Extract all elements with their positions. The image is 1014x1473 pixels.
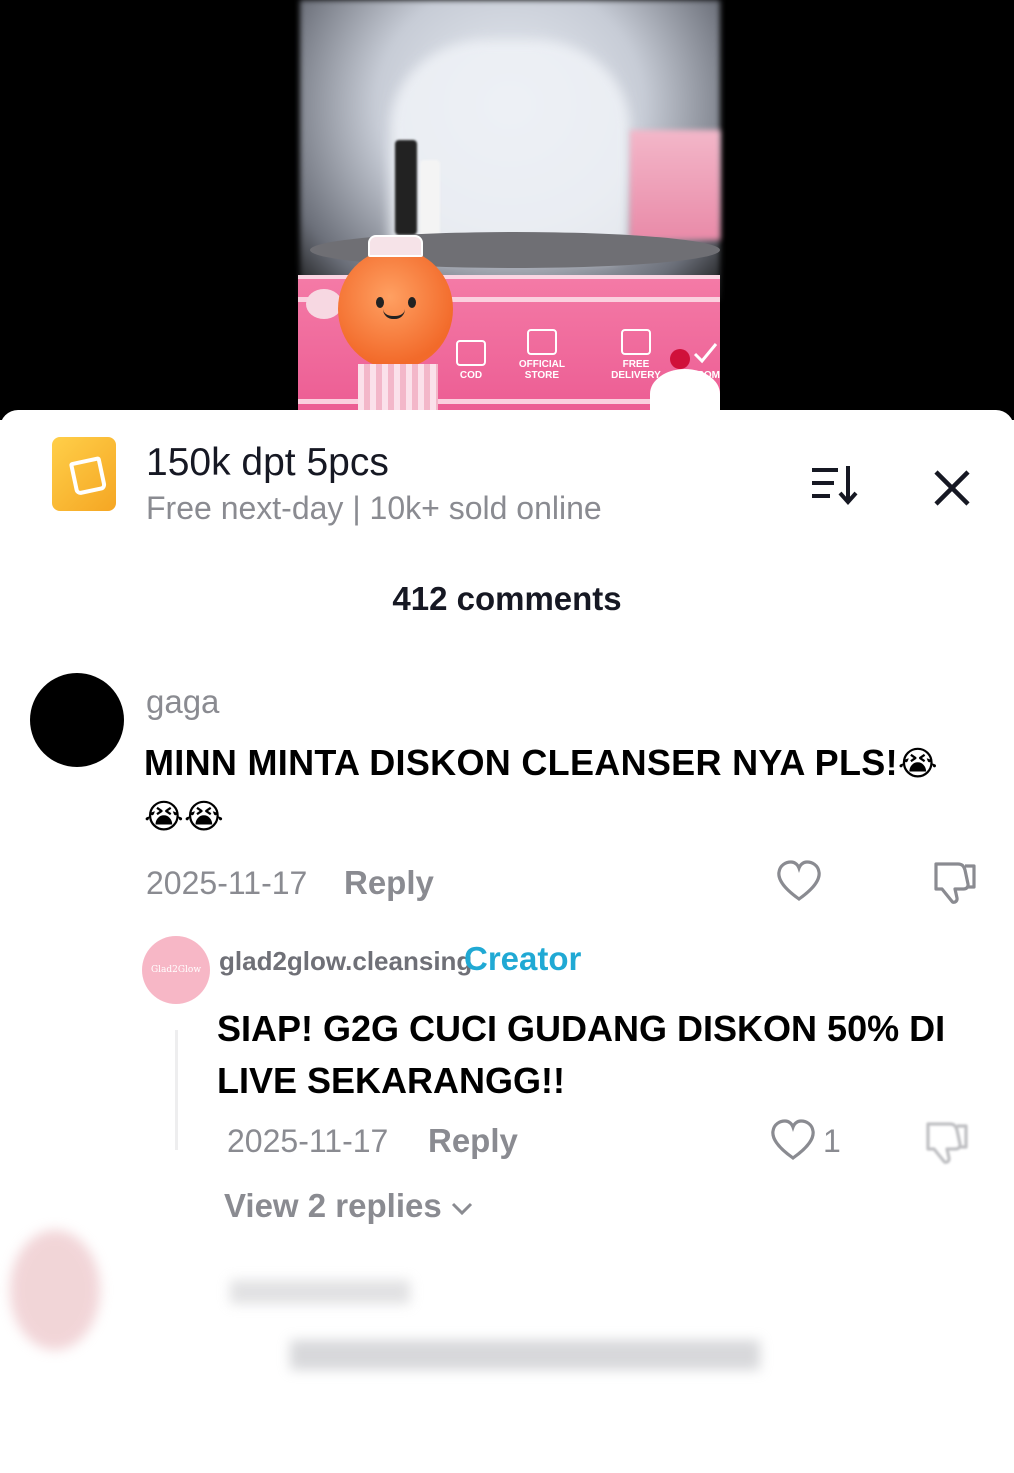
icecream-icon [306,289,342,319]
view-replies-button[interactable]: View 2 replies [224,1187,474,1225]
sort-button[interactable] [808,462,860,508]
mascot-smile [383,309,405,319]
mascot-eye [376,297,384,308]
mascot-hat [368,235,423,257]
reply-reply-button[interactable]: Reply [428,1122,518,1160]
check-icon [690,340,720,366]
close-icon [934,470,970,506]
product-shelf [630,130,720,240]
badge-label: OFFICIAL STORE [518,359,565,381]
heart-icon [777,860,821,901]
store-icon [526,329,557,355]
reply-avatar-logo: Glad2Glow [150,965,202,975]
blurred-avatar [10,1230,100,1350]
badge-cod: COD [456,340,486,381]
view-replies-label: View 2 replies [224,1187,442,1224]
dislike-icon [926,1122,968,1164]
reply-like-button[interactable] [770,1119,816,1166]
badge-official-store: OFFICIAL STORE [502,329,582,381]
dislike-button[interactable] [930,858,978,911]
heart-icon [771,1119,815,1160]
reply-like-count: 1 [823,1123,841,1159]
crying-emoji: 😭😭 [144,798,225,836]
product-tube-white [420,160,440,240]
cod-icon [456,340,486,366]
comment-username[interactable]: gaga [146,683,219,721]
product-card[interactable]: 150k dpt 5pcs Free next-day | 10k+ sold … [52,435,652,535]
comment-body: MINN MINTA DISKON CLEANSER NYA PLS! [144,742,898,783]
product-tube-black [395,140,417,235]
blurred-text [230,1280,410,1304]
reply-date: 2025-11-17 [227,1123,389,1159]
mascot-icon [338,235,453,369]
badge-label: COD [459,370,483,381]
cherry-icon [670,349,690,369]
blurred-text [290,1340,760,1370]
video-player[interactable]: COD OFFICIAL STORE FREE DELIVERY BPOM [0,0,1014,420]
reply-button[interactable]: Reply [344,864,434,902]
sort-icon [812,466,858,506]
comment-text: MINN MINTA DISKON CLEANSER NYA PLS!😭 😭😭 [144,737,984,843]
reply-username[interactable]: glad2glow.cleansing [219,946,472,977]
reply-avatar[interactable]: Glad2Glow [142,936,210,1004]
thread-line [175,1030,178,1150]
avatar[interactable] [30,673,124,767]
mascot-eye [408,297,416,308]
shopping-bag-icon [52,437,116,511]
close-button[interactable] [928,464,976,512]
product-title: 150k dpt 5pcs [146,441,389,484]
creator-badge: Creator [464,940,582,977]
chevron-down-icon [450,1187,474,1225]
like-button[interactable] [776,860,822,907]
dislike-icon [934,862,976,904]
comment-count: 412 comments [392,580,622,617]
badge-free-delivery: FREE DELIVERY [598,329,674,381]
reply-dislike-button[interactable] [922,1118,970,1171]
crying-emoji: 😭 [897,745,938,783]
reply-text: SIAP! G2G CUCI GUDANG DISKON 50% DI LIVE… [217,1008,946,1101]
product-subtitle: Free next-day | 10k+ sold online [146,490,602,526]
comment-date: 2025-11-17 [146,865,308,901]
truck-icon [620,329,651,355]
store-banner: COD OFFICIAL STORE FREE DELIVERY BPOM [298,235,720,420]
